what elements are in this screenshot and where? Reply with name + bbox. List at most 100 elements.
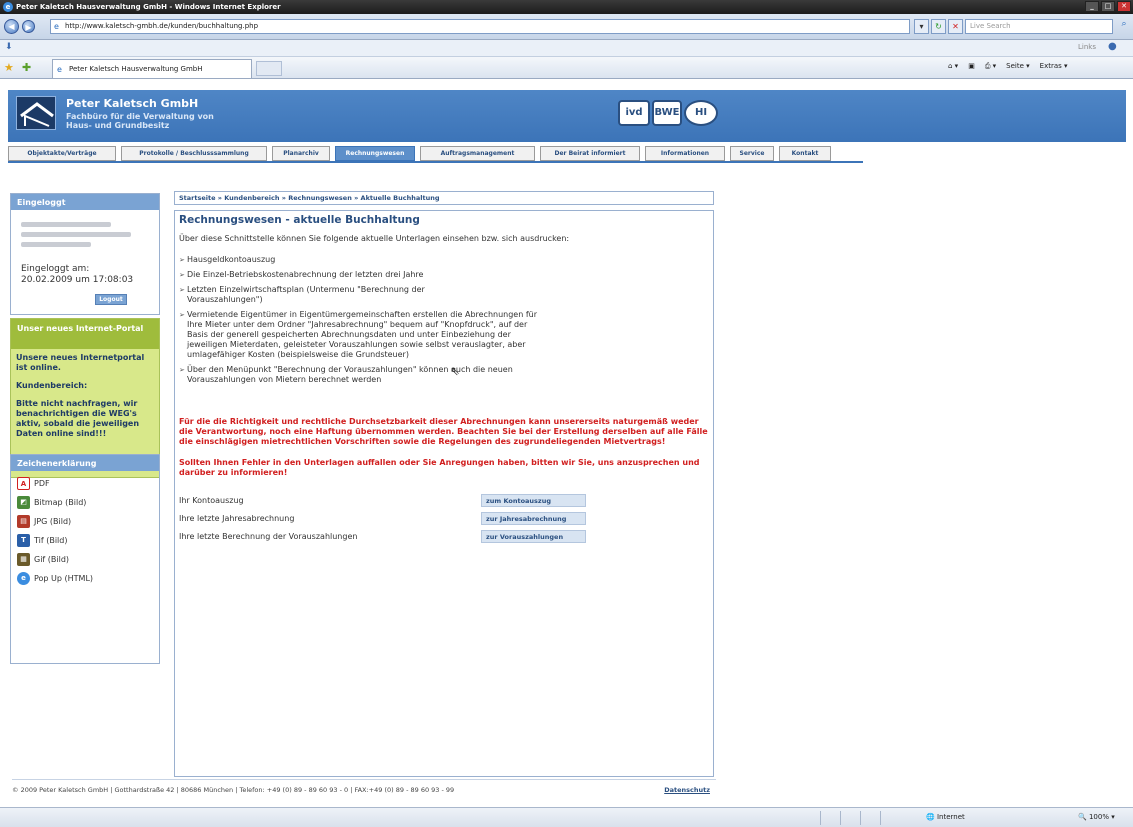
row-label-kontoauszug: Ihr Kontoauszug (179, 496, 244, 505)
list-item-text: Über den Menüpunkt "Berechnung der Vorau… (187, 365, 513, 384)
list-item: ➢ Letzten Einzelwirtschaftsplan (Untermen… (179, 285, 479, 305)
logged-in-label: Eingeloggt am: (21, 264, 90, 274)
association-logos: ivd BWE HI (618, 100, 718, 126)
portal-news-text: Unsere neues Internetportal ist online. … (11, 349, 159, 451)
feedback-notice: Sollten Ihnen Fehler in den Unterlagen a… (179, 458, 700, 477)
intro-text: Über diese Schnittstelle können Sie folg… (179, 234, 570, 243)
browser-tab[interactable]: e Peter Kaletsch Hausverwaltung GmbH (52, 59, 252, 78)
bwe-logo: BWE (652, 100, 682, 126)
status-bar: 🌐 Internet 🔍 100% ▾ (0, 807, 1133, 827)
maximize-button[interactable]: □ (1101, 1, 1115, 12)
site-footer: © 2009 Peter Kaletsch GmbH | Gotthardstr… (12, 779, 716, 800)
legend-label-jpg: JPG (Bild) (34, 517, 72, 526)
window-titlebar: e Peter Kaletsch Hausverwaltung GmbH - W… (0, 0, 1133, 14)
breadcrumb[interactable]: Startseite » Kundenbereich » Rechnungswe… (174, 191, 714, 205)
favorites-star-icon[interactable]: ★ (4, 61, 14, 74)
tab-page-icon: e (57, 65, 62, 74)
list-item-text: Hausgeldkontoauszug (187, 255, 276, 264)
nav-tab-informationen[interactable]: Informationen (645, 146, 725, 161)
legend-item-gif: ▦ Gif (Bild) (17, 550, 153, 569)
refresh-button[interactable]: ↻ (931, 19, 946, 34)
popup-globe-icon: e (17, 572, 30, 585)
datenschutz-link[interactable]: Datenschutz (664, 786, 710, 794)
zoom-level[interactable]: 🔍 100% ▾ (1078, 813, 1115, 821)
ivd-logo: ivd (618, 100, 650, 126)
extras-menu[interactable]: Extras ▾ (1040, 62, 1068, 71)
nav-tab-rechnungswesen[interactable]: Rechnungswesen (335, 146, 415, 161)
legend-item-tif: T Tif (Bild) (17, 531, 153, 550)
address-bar[interactable]: e http://www.kaletsch-gmbh.de/kunden/buc… (50, 19, 910, 34)
legend-item-jpg: ▤ JPG (Bild) (17, 512, 153, 531)
forward-button[interactable]: ▶ (22, 20, 35, 33)
legend-item-popup: e Pop Up (HTML) (17, 569, 153, 588)
nav-tab-auftragsmanagement[interactable]: Auftragsmanagement (420, 146, 535, 161)
arrow-icon: ➢ (179, 311, 185, 319)
nav-tab-kontakt[interactable]: Kontakt (779, 146, 831, 161)
nav-tab-objektakte[interactable]: Objektakte/Verträge (8, 146, 116, 161)
convert-icon[interactable]: ⬇ (5, 42, 13, 52)
arrow-icon: ➢ (179, 271, 185, 279)
address-toolbar: ◀ ▶ e http://www.kaletsch-gmbh.de/kunden… (0, 14, 1133, 40)
vorauszahlungen-link[interactable]: zur Vorauszahlungen (481, 530, 586, 543)
legend-item-pdf: A PDF (17, 474, 153, 493)
list-item: ➢ Über den Menüpunkt "Berechnung der Vora… (179, 365, 539, 385)
liability-warning: Für die die Richtigkeit und rechtliche D… (179, 417, 708, 446)
hi-logo: HI (684, 100, 718, 126)
close-button[interactable]: ✕ (1117, 1, 1131, 12)
minimize-button[interactable]: _ (1085, 1, 1099, 12)
logout-button[interactable]: Logout (95, 294, 127, 305)
row-label-jahresabrechnung: Ihre letzte Jahresabrechnung (179, 514, 295, 523)
ie-logo-icon: e (3, 2, 13, 12)
jpg-icon: ▤ (17, 515, 30, 528)
stop-button[interactable]: ✕ (948, 19, 963, 34)
links-label[interactable]: Links (1078, 43, 1096, 51)
table-row: Ihr Kontoauszug zum Kontoauszug (179, 494, 709, 512)
house-logo-icon[interactable] (16, 96, 56, 130)
kontoauszug-link[interactable]: zum Kontoauszug (481, 494, 586, 507)
company-tagline-2: Haus- und Grundbesitz (66, 121, 170, 130)
company-name: Peter Kaletsch GmbH (66, 97, 199, 110)
legend-box: Zeichenerklärung A PDF ◩ Bitmap (Bild) ▤ JP… (10, 454, 160, 664)
table-row: Ihre letzte Jahresabrechnung zur Jahresa… (179, 512, 709, 530)
legend-label-bitmap: Bitmap (Bild) (34, 498, 87, 507)
portal-box-title: Unser neues Internet-Portal (11, 319, 159, 349)
nav-tab-service[interactable]: Service (730, 146, 774, 161)
security-zone[interactable]: 🌐 Internet (926, 813, 965, 821)
redacted-name (21, 222, 111, 227)
add-on-icon[interactable]: ● (1108, 41, 1117, 52)
tif-icon: T (17, 534, 30, 547)
search-input[interactable]: Live Search (965, 19, 1113, 34)
tabs-toolbar: ★ ✚ e Peter Kaletsch Hausverwaltung GmbH… (0, 57, 1133, 79)
print-icon[interactable]: ⎙ ▾ (985, 62, 996, 71)
jahresabrechnung-link[interactable]: zur Jahresabrechnung (481, 512, 586, 525)
nav-tab-planarchiv[interactable]: Planarchiv (272, 146, 330, 161)
list-item: ➢ Die Einzel-Betriebskostenabrechnung der… (179, 270, 709, 280)
home-icon[interactable]: ⌂ ▾ (948, 62, 958, 71)
legend-label-pdf: PDF (34, 479, 50, 488)
status-separator (820, 811, 821, 825)
portal-kundenbereich-text: Kundenbereich: (16, 381, 88, 390)
address-dropdown-button[interactable]: ▾ (914, 19, 929, 34)
feeds-icon[interactable]: ▣ (968, 62, 975, 71)
legend-list: A PDF ◩ Bitmap (Bild) ▤ JPG (Bild) T Tif (Bi… (11, 471, 159, 591)
list-item: ➢ Vermietende Eigentümer in Eigentümergem… (179, 310, 539, 360)
nav-tab-protokolle[interactable]: Protokolle / Beschlusssammlung (121, 146, 267, 161)
list-item-text: Vermietende Eigentümer in Eigentümergeme… (187, 310, 538, 359)
redacted-address (21, 232, 131, 237)
new-tab-button[interactable] (256, 61, 282, 76)
window-controls: _ □ ✕ (1085, 1, 1131, 12)
add-favorites-icon[interactable]: ✚ (22, 61, 31, 74)
arrow-icon: ➢ (179, 286, 185, 294)
redacted-city (21, 242, 91, 247)
search-icon[interactable]: ⌕ (1117, 19, 1131, 34)
login-timestamp: Eingeloggt am: 20.02.2009 um 17:08:03 (21, 264, 133, 286)
status-separator (860, 811, 861, 825)
status-separator (840, 811, 841, 825)
back-button[interactable]: ◀ (4, 19, 19, 34)
command-bar: ⌂ ▾ ▣ ⎙ ▾ Seite ▾ Extras ▾ (948, 62, 1068, 71)
page-title: Rechnungswesen - aktuelle Buchhaltung (179, 214, 420, 226)
page-menu[interactable]: Seite ▾ (1006, 62, 1030, 71)
arrow-icon: ➢ (179, 256, 185, 264)
nav-tab-beirat[interactable]: Der Beirat informiert (540, 146, 640, 161)
list-item: ➢ Hausgeldkontoauszug (179, 255, 709, 265)
